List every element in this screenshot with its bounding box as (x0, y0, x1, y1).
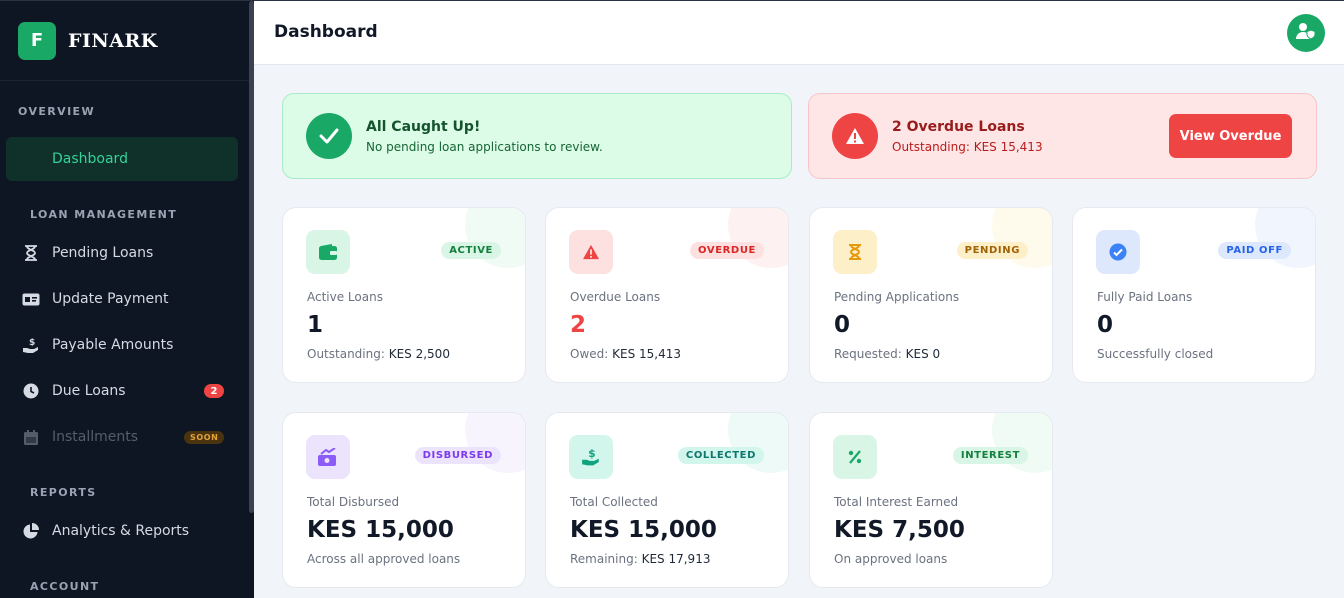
all-caught-up-banner: All Caught Up! No pending loan applicati… (282, 93, 792, 179)
hourglass-icon (22, 244, 40, 262)
check-icon (306, 113, 352, 159)
money-bill-icon (22, 290, 40, 308)
card-value: KES 7,500 (834, 517, 965, 543)
status-pill: COLLECTED (677, 447, 764, 464)
svg-text:$: $ (29, 338, 35, 348)
card-value: KES 15,000 (570, 517, 717, 543)
status-pill: PAID OFF (1218, 242, 1291, 259)
warning-icon (569, 230, 613, 274)
card-pending-applications[interactable]: PENDING Pending Applications 0 Requested… (809, 207, 1053, 383)
sidebar-scrollbar[interactable] (249, 1, 254, 513)
brand-name: FINARK (68, 29, 158, 52)
sidebar-item-dashboard[interactable]: Dashboard (6, 137, 238, 181)
sidebar-item-label: Analytics & Reports (52, 523, 190, 539)
view-overdue-button[interactable]: View Overdue (1169, 114, 1292, 158)
banner-text: Outstanding: KES 15,413 (892, 139, 1043, 154)
user-avatar[interactable] (1287, 14, 1325, 52)
card-subtext: On approved loans (834, 552, 948, 566)
card-value: 0 (1097, 312, 1114, 338)
card-subtext: Successfully closed (1097, 347, 1214, 361)
wallet-icon (306, 230, 350, 274)
card-label: Overdue Loans (570, 290, 661, 304)
sidebar-item-label: Payable Amounts (52, 337, 174, 353)
card-total-interest[interactable]: INTEREST Total Interest Earned KES 7,500… (809, 412, 1053, 588)
sidebar-item-pending-loans[interactable]: Pending Loans (0, 231, 249, 275)
banner-text: No pending loan applications to review. (366, 139, 603, 154)
hand-holding-dollar-icon: $ (569, 435, 613, 479)
card-total-collected[interactable]: $ COLLECTED Total Collected KES 15,000 R… (545, 412, 789, 588)
sidebar-item-label: Update Payment (52, 291, 169, 307)
status-pill: DISBURSED (414, 447, 501, 464)
clock-icon (22, 382, 40, 400)
hand-holding-dollar-icon: $ (22, 336, 40, 354)
card-value: 1 (307, 312, 324, 338)
card-label: Active Loans (307, 290, 383, 304)
status-pill: ACTIVE (441, 242, 501, 259)
sidebar-item-update-payment[interactable]: Update Payment (0, 277, 249, 321)
sidebar-item-label: Dashboard (52, 151, 128, 167)
sidebar: F FINARK OVERVIEW Dashboard LOAN MANAGEM… (0, 0, 254, 598)
card-subtext: Remaining: KES 17,913 (570, 552, 711, 566)
topbar: Dashboard (254, 0, 1344, 65)
card-total-disbursed[interactable]: DISBURSED Total Disbursed KES 15,000 Acr… (282, 412, 526, 588)
card-overdue-loans[interactable]: OVERDUE Overdue Loans 2 Owed: KES 15,413 (545, 207, 789, 383)
hourglass-icon (833, 230, 877, 274)
brand[interactable]: F FINARK (0, 1, 254, 81)
sidebar-item-due-loans[interactable]: Due Loans 2 (0, 369, 249, 413)
banner-title: All Caught Up! (366, 118, 481, 135)
card-subtext: Requested: KES 0 (834, 347, 941, 361)
card-active-loans[interactable]: ACTIVE Active Loans 1 Outstanding: KES 2… (282, 207, 526, 383)
section-overview: OVERVIEW (18, 105, 96, 118)
card-label: Total Interest Earned (834, 495, 959, 509)
soon-badge: SOON (184, 430, 225, 444)
sidebar-item-analytics[interactable]: Analytics & Reports (0, 509, 249, 553)
sidebar-item-installments: Installments SOON (0, 415, 249, 459)
warning-icon (832, 113, 878, 159)
sidebar-item-label: Pending Loans (52, 245, 154, 261)
sidebar-item-payable-amounts[interactable]: $ Payable Amounts (0, 323, 249, 367)
card-subtext: Owed: KES 15,413 (570, 347, 682, 361)
pie-chart-icon (22, 522, 40, 540)
page-title: Dashboard (274, 22, 378, 42)
money-trend-icon (306, 435, 350, 479)
percent-icon (833, 435, 877, 479)
calendar-icon (22, 428, 40, 446)
card-fully-paid[interactable]: PAID OFF Fully Paid Loans 0 Successfully… (1072, 207, 1316, 383)
overdue-loans-banner: 2 Overdue Loans Outstanding: KES 15,413 … (808, 93, 1317, 179)
card-label: Total Disbursed (307, 495, 400, 509)
sidebar-item-label: Due Loans (52, 383, 126, 399)
section-account: ACCOUNT (30, 580, 100, 593)
card-label: Total Collected (570, 495, 658, 509)
svg-text:$: $ (588, 448, 595, 460)
card-value: 0 (834, 312, 851, 338)
sidebar-item-label: Installments (52, 429, 139, 445)
card-value: KES 15,000 (307, 517, 454, 543)
status-pill: INTEREST (952, 447, 1028, 464)
card-label: Fully Paid Loans (1097, 290, 1193, 304)
section-loan-management: LOAN MANAGEMENT (30, 208, 178, 221)
status-pill: PENDING (956, 242, 1028, 259)
brand-logo: F (18, 21, 56, 60)
due-loans-count-badge: 2 (204, 384, 224, 398)
card-label: Pending Applications (834, 290, 960, 304)
status-pill: OVERDUE (690, 242, 764, 259)
card-subtext: Outstanding: KES 2,500 (307, 347, 450, 361)
banner-title: 2 Overdue Loans (892, 118, 1025, 135)
card-subtext: Across all approved loans (307, 552, 461, 566)
card-value: 2 (570, 312, 587, 338)
section-reports: REPORTS (30, 486, 97, 499)
check-circle-icon (1096, 230, 1140, 274)
user-shield-icon (1296, 22, 1316, 44)
